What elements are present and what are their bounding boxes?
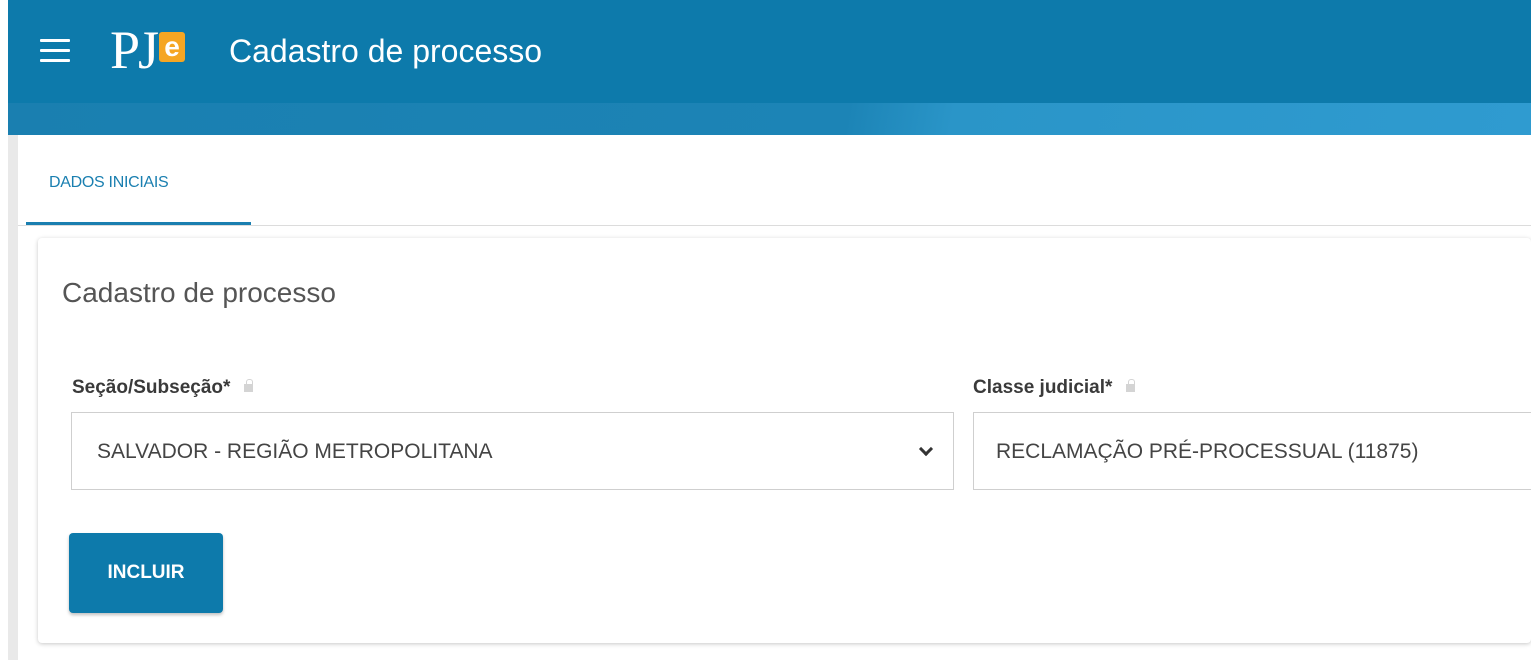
logo-accent: e <box>159 32 186 62</box>
secao-select[interactable]: SALVADOR - REGIÃO METROPOLITANA <box>71 412 954 490</box>
pje-logo[interactable]: PJ e <box>110 18 186 88</box>
page-title: Cadastro de processo <box>229 33 543 69</box>
chevron-down-icon <box>918 441 934 457</box>
sub-bar <box>8 103 1531 135</box>
tab-dados-iniciais[interactable]: DADOS INICIAIS <box>26 135 251 225</box>
tab-label: DADOS INICIAIS <box>49 174 169 191</box>
classe-select[interactable]: RECLAMAÇÃO PRÉ-PROCESSUAL (11875) <box>973 412 1531 490</box>
classe-label: Classe judicial* <box>973 376 1135 400</box>
app-window: PJ e Cadastro de processo DADOS INICIAIS… <box>0 0 1531 660</box>
classe-value: RECLAMAÇÃO PRÉ-PROCESSUAL (11875) <box>996 440 1419 463</box>
left-margin <box>0 0 8 660</box>
lock-icon <box>243 378 253 393</box>
tab-bar: DADOS INICIAIS <box>18 135 1531 226</box>
lock-icon <box>1125 378 1135 393</box>
classe-label-text: Classe judicial* <box>973 377 1113 398</box>
form-title: Cadastro de processo <box>62 277 336 308</box>
secao-label: Seção/Subseção* <box>72 376 253 400</box>
secao-label-text: Seção/Subseção* <box>72 377 231 398</box>
incluir-button[interactable]: INCLUIR <box>69 533 223 613</box>
form-panel: Cadastro de processo Seção/Subseção* SAL… <box>38 238 1531 643</box>
main-card: DADOS INICIAIS Cadastro de processo Seçã… <box>18 135 1531 660</box>
hamburger-menu-icon[interactable] <box>40 39 70 63</box>
secao-value: SALVADOR - REGIÃO METROPOLITANA <box>97 440 493 463</box>
logo-text: PJ <box>110 20 159 80</box>
left-gutter <box>8 135 18 660</box>
